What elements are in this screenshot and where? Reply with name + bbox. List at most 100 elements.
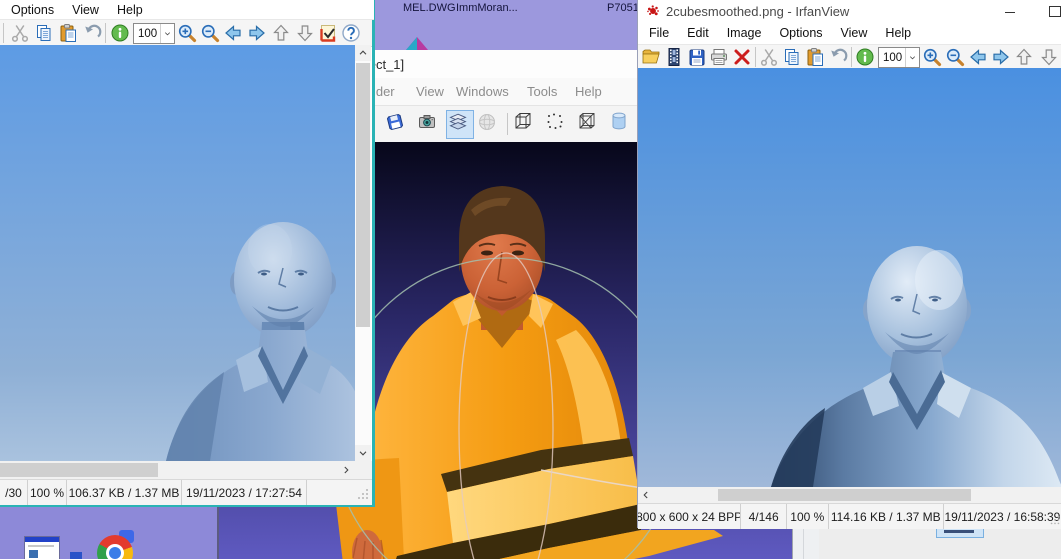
menu-item-view[interactable]: View — [63, 1, 108, 19]
bbox-render-button[interactable] — [513, 111, 539, 137]
open-button[interactable] — [641, 47, 661, 67]
points-render-button[interactable] — [545, 111, 571, 137]
first-image-button[interactable] — [1014, 47, 1034, 67]
batch-check-button[interactable] — [318, 23, 338, 43]
status-filesize: 114.16 KB / 1.37 MB — [829, 504, 944, 529]
left-viewer-menubar: Options View Help — [0, 0, 374, 20]
zoom-in-button[interactable] — [177, 23, 197, 43]
menu-item-file[interactable]: File — [640, 24, 678, 42]
desktop-window-icon[interactable] — [24, 536, 60, 559]
horizontal-scrollbar[interactable] — [638, 487, 1061, 503]
horizontal-scroll-thumb[interactable] — [718, 489, 971, 501]
snapshot-button[interactable] — [417, 112, 441, 136]
desktop-screen: MEL.DWG ImmMoran... P7051 [Project_1] Fi… — [0, 0, 1061, 559]
undo-button[interactable] — [828, 47, 848, 67]
window-icon-titlebar — [25, 537, 59, 542]
scroll-up-button[interactable] — [355, 45, 371, 61]
paste-button[interactable] — [58, 23, 78, 43]
save-project-button[interactable] — [385, 112, 409, 136]
zoom-combo[interactable]: 100 — [878, 47, 920, 68]
chrome-icon-center — [109, 547, 121, 559]
menu-item-help[interactable]: Help — [108, 1, 152, 19]
zoom-combo[interactable]: 100 — [133, 23, 175, 44]
layers-dialog-button[interactable] — [446, 110, 474, 139]
window-title: 2cubesmoothed.png - IrfanView — [666, 4, 849, 19]
save-button[interactable] — [687, 47, 707, 67]
menu-item-options[interactable]: Options — [2, 1, 63, 19]
status-image-index: /30 — [0, 480, 28, 505]
menu-item-options[interactable]: Options — [770, 24, 831, 42]
smooth-render-button[interactable] — [609, 111, 635, 137]
status-zoom: 100 % — [28, 480, 67, 505]
menu-item-tools[interactable]: Tools — [527, 84, 557, 99]
vertical-scroll-thumb[interactable] — [356, 63, 370, 327]
info-button[interactable] — [110, 23, 130, 43]
copy-button[interactable] — [782, 47, 802, 67]
window-icon-rows — [28, 545, 54, 547]
minimize-button[interactable] — [1001, 2, 1019, 20]
thumbnails-button[interactable] — [664, 47, 684, 67]
desktop-icon-label[interactable]: ImmMoran... — [456, 2, 518, 14]
right-viewer-toolbar: 100 — [638, 44, 1061, 70]
scroll-left-button[interactable] — [638, 487, 654, 503]
status-dimensions: 800 x 600 x 24 BPP — [638, 504, 741, 529]
blue-figure-render — [0, 45, 355, 461]
cut-button[interactable] — [759, 47, 779, 67]
menu-item-help[interactable]: Help — [575, 84, 602, 99]
paste-button[interactable] — [805, 47, 825, 67]
menu-item-help[interactable]: Help — [876, 24, 920, 42]
desktop-icon-label[interactable]: P7051 — [607, 2, 639, 14]
menu-item-image[interactable]: Image — [718, 24, 771, 42]
status-datetime: 19/11/2023 / 16:58:39 — [944, 504, 1061, 529]
zoom-value: 100 — [879, 52, 905, 64]
menu-item-edit[interactable]: Edit — [678, 24, 718, 42]
desktop-small-fragment-icon[interactable] — [70, 552, 82, 559]
help-button[interactable] — [341, 23, 361, 43]
menu-item-view[interactable]: View — [416, 84, 444, 99]
right-viewer-menubar: File Edit Image Options View Help — [638, 22, 1061, 45]
vertical-scrollbar[interactable] — [355, 45, 371, 461]
toolbar-separator — [105, 23, 106, 43]
right-viewer-titlebar[interactable]: 2cubesmoothed.png - IrfanView — [638, 0, 1061, 22]
next-image-button[interactable] — [247, 23, 267, 43]
toolbar-separator — [3, 23, 4, 43]
desktop-icon-label[interactable]: MEL.DWG — [403, 2, 456, 14]
scroll-down-button[interactable] — [355, 445, 371, 461]
zoom-in-button[interactable] — [922, 47, 942, 67]
right-viewer-statusbar: 800 x 600 x 24 BPP 4/146 100 % 114.16 KB… — [638, 503, 1061, 529]
maximize-button[interactable] — [1045, 2, 1061, 20]
menu-item-windows[interactable]: Windows — [456, 84, 509, 99]
zoom-out-button[interactable] — [945, 47, 965, 67]
info-button[interactable] — [855, 47, 875, 67]
scroll-right-button[interactable] — [337, 461, 355, 479]
resize-grip-icon[interactable] — [356, 487, 370, 501]
minimize-icon — [1005, 12, 1015, 13]
window-icon-glyph — [29, 550, 38, 558]
prev-image-button[interactable] — [223, 23, 243, 43]
left-viewer-statusbar: /30 100 % 106.37 KB / 1.37 MB 19/11/2023… — [0, 479, 372, 505]
next-image-button[interactable] — [991, 47, 1011, 67]
trackball-globe-button[interactable] — [477, 112, 501, 136]
last-image-button[interactable] — [295, 23, 315, 43]
delete-button[interactable] — [732, 47, 752, 67]
copy-button[interactable] — [34, 23, 54, 43]
blue-figure-render — [638, 68, 1061, 487]
print-button[interactable] — [709, 47, 729, 67]
horizontal-scroll-thumb[interactable] — [0, 463, 158, 477]
zoom-out-button[interactable] — [200, 23, 220, 43]
horizontal-scrollbar[interactable] — [0, 461, 372, 479]
last-image-button[interactable] — [1039, 47, 1059, 67]
chevron-down-icon[interactable] — [905, 48, 919, 67]
prev-image-button[interactable] — [968, 47, 988, 67]
cut-button[interactable] — [10, 23, 30, 43]
toolbar-separator — [755, 47, 756, 67]
status-datetime: 19/11/2023 / 17:27:54 — [182, 480, 307, 505]
resize-grip-icon[interactable] — [1049, 514, 1061, 526]
menu-item-view[interactable]: View — [832, 24, 877, 42]
wireframe-render-button[interactable] — [577, 111, 603, 137]
chevron-down-icon[interactable] — [160, 24, 174, 43]
toolbar-separator — [851, 47, 852, 67]
first-image-button[interactable] — [271, 23, 291, 43]
undo-button[interactable] — [82, 23, 102, 43]
status-filesize: 106.37 KB / 1.37 MB — [67, 480, 182, 505]
